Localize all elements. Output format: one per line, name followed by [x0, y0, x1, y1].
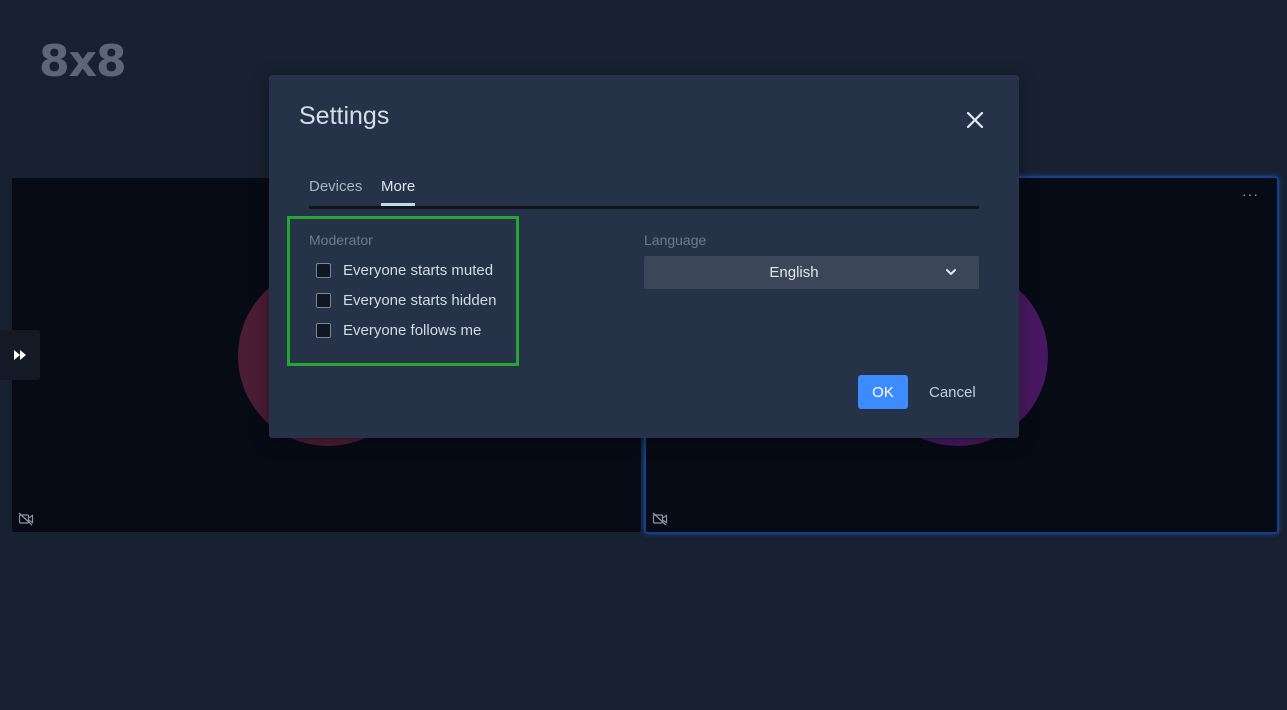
everyone-starts-hidden-option[interactable]: Everyone starts hidden	[316, 292, 496, 309]
camera-off-icon	[652, 512, 668, 526]
fast-forward-icon	[14, 350, 26, 360]
moderator-label: Moderator	[309, 232, 373, 248]
settings-dialog: Settings Devices More Moderator Everyone…	[269, 75, 1019, 438]
ok-button[interactable]: OK	[858, 375, 908, 409]
language-select[interactable]: English	[644, 256, 979, 289]
cancel-button[interactable]: Cancel	[921, 375, 984, 409]
option-label: Everyone starts hidden	[343, 292, 497, 309]
chevron-down-icon	[946, 269, 956, 275]
close-icon[interactable]	[963, 108, 987, 132]
tab-devices[interactable]: Devices	[309, 178, 362, 203]
conference-stage: 8x8 ··· Settings Devices More Moderator …	[0, 0, 1287, 710]
filmstrip-toggle-button[interactable]	[0, 330, 40, 380]
everyone-starts-hidden-checkbox[interactable]	[316, 293, 331, 308]
tab-more[interactable]: More	[381, 178, 416, 206]
settings-tabs: Devices More	[309, 178, 979, 209]
dialog-title: Settings	[299, 102, 390, 130]
everyone-starts-muted-checkbox[interactable]	[316, 263, 331, 278]
everyone-follows-me-checkbox[interactable]	[316, 323, 331, 338]
everyone-starts-muted-option[interactable]: Everyone starts muted	[316, 262, 493, 279]
more-options-icon[interactable]: ···	[1242, 186, 1259, 202]
camera-off-icon	[18, 512, 34, 526]
language-selected-value: English	[769, 264, 819, 281]
option-label: Everyone follows me	[343, 322, 482, 339]
option-label: Everyone starts muted	[343, 262, 494, 279]
brand-logo: 8x8	[39, 36, 127, 87]
language-label: Language	[644, 232, 707, 248]
everyone-follows-me-option[interactable]: Everyone follows me	[316, 322, 481, 339]
